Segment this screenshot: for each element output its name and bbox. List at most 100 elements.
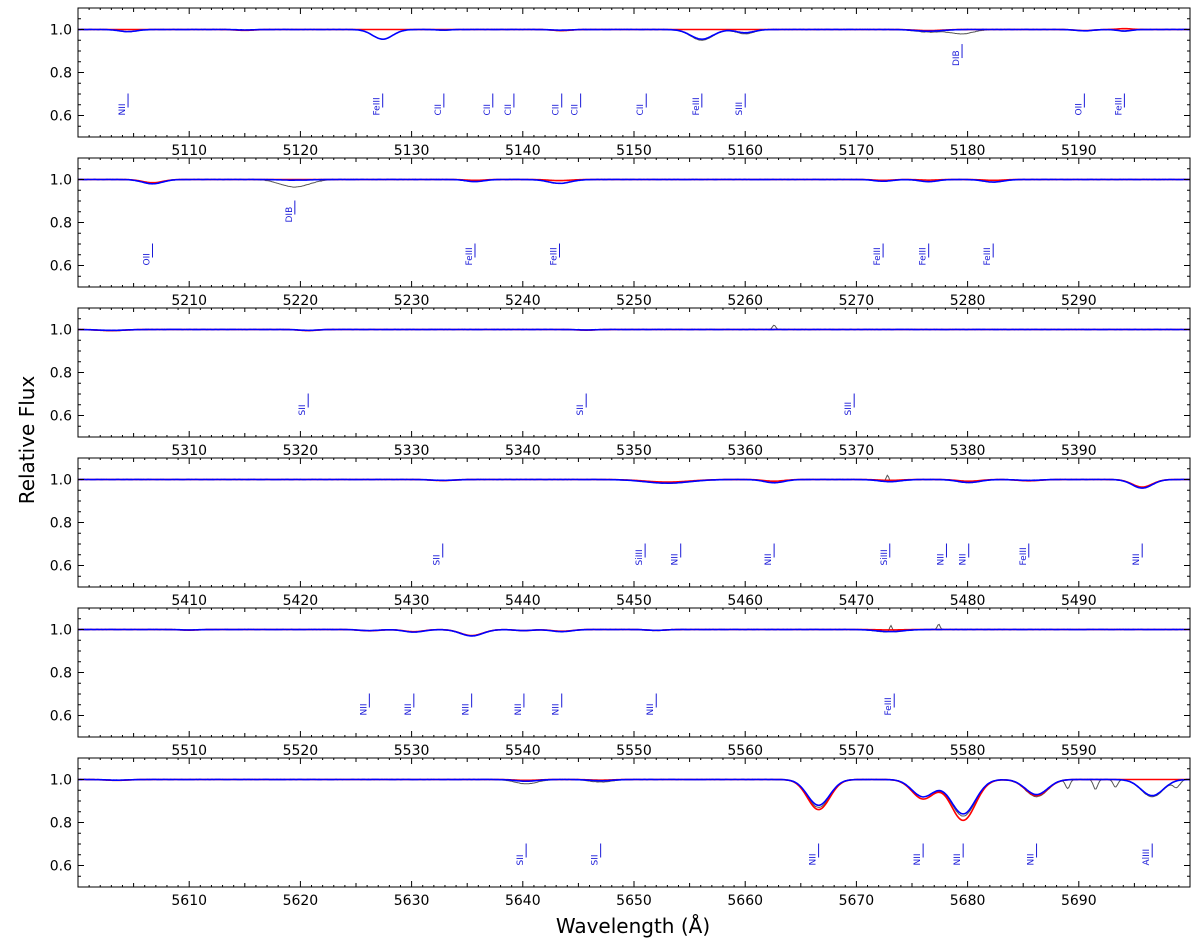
- line-label-CII: CII: [571, 104, 581, 116]
- y-tick-label: 0.8: [50, 66, 72, 82]
- line-label-NII: NII: [404, 703, 414, 715]
- y-tick-label: 0.8: [50, 366, 72, 382]
- x-tick-label: 5560: [727, 743, 763, 759]
- panel-2: 0.6 0.8 1.0 5210 5220 5230 5240 5250 5260 5270 528…: [50, 157, 1191, 309]
- line-label-NII: NII: [118, 103, 128, 115]
- x-tick-label: 5250: [616, 293, 652, 309]
- panel-3: 0.6 0.8 1.0 5310 5320 5330 5340 5350 5360 5370 538…: [50, 307, 1191, 459]
- x-tick-label: 5380: [950, 443, 986, 459]
- line-label-FeIII: FeIII: [919, 247, 929, 265]
- x-tick-label: 5230: [394, 293, 430, 309]
- x-tick-label: 5120: [283, 143, 319, 159]
- model-blue-spectrum: [78, 478, 1190, 489]
- y-tick-label: 0.6: [50, 259, 72, 275]
- line-label-OII: OII: [1074, 103, 1084, 115]
- line-label-SIII: SIII: [844, 402, 854, 416]
- x-tick-label: 5540: [505, 743, 541, 759]
- panel-frame: [77, 157, 1191, 288]
- line-label-NII: NII: [936, 553, 946, 565]
- panels-group: 0.6 0.8 1.0 5110 5120 5130 5140 5150 5160 5170 518…: [50, 7, 1191, 909]
- model-blue-spectrum: [78, 778, 1190, 815]
- x-tick-label: 5170: [839, 143, 875, 159]
- x-tick-label: 5620: [283, 893, 319, 909]
- observed-spectrum: [78, 178, 1190, 188]
- x-tick-label: 5220: [283, 293, 319, 309]
- x-tick-label: 5270: [839, 293, 875, 309]
- panel-1: 0.6 0.8 1.0 5110 5120 5130 5140 5150 5160 5170 518…: [50, 7, 1191, 159]
- x-tick-label: 5430: [394, 593, 430, 609]
- panel-frame: [77, 757, 1191, 888]
- x-tick-label: 5240: [505, 293, 541, 309]
- y-tick-label: 1.0: [50, 23, 72, 39]
- x-tick-label: 5150: [616, 143, 652, 159]
- x-tick-label: 5420: [283, 593, 319, 609]
- x-tick-label: 5450: [616, 593, 652, 609]
- x-tick-label: 5660: [727, 893, 763, 909]
- line-label-OII: OII: [143, 253, 153, 265]
- x-tick-label: 5610: [171, 893, 207, 909]
- y-tick-label: 1.0: [50, 323, 72, 339]
- x-tick-label: 5470: [839, 593, 875, 609]
- line-label-SiIII: SiIII: [880, 549, 890, 565]
- x-tick-label: 5370: [839, 443, 875, 459]
- line-label-FeIII: FeIII: [983, 247, 993, 265]
- x-tick-label: 5510: [171, 743, 207, 759]
- y-tick-label: 0.8: [50, 216, 72, 232]
- y-tick-label: 0.6: [50, 109, 72, 125]
- line-label-CII: CII: [434, 104, 444, 116]
- model-red-spectrum: [78, 628, 1190, 637]
- line-label-NII: NII: [1132, 553, 1142, 565]
- line-label-NII: NII: [913, 853, 923, 865]
- line-label-FeIII: FeIII: [1019, 547, 1029, 565]
- x-tick-label: 5140: [505, 143, 541, 159]
- line-label-NII: NII: [359, 703, 369, 715]
- line-label-FeIII: FeIII: [373, 97, 383, 115]
- x-tick-label: 5280: [950, 293, 986, 309]
- line-label-DIB: DIB: [285, 207, 295, 223]
- line-label-NII: NII: [646, 703, 656, 715]
- panel-frame: [77, 457, 1191, 588]
- model-red-spectrum: [78, 778, 1190, 822]
- y-axis-label: Relative Flux: [15, 376, 39, 505]
- x-tick-label: 5360: [727, 443, 763, 459]
- line-label-SII: SII: [591, 854, 601, 865]
- line-label-SiIII: SiIII: [635, 549, 645, 565]
- line-label-SII: SII: [433, 554, 443, 565]
- y-tick-label: 1.0: [50, 173, 72, 189]
- y-tick-label: 0.6: [50, 409, 72, 425]
- panel-frame: [77, 607, 1191, 738]
- line-label-NII: NII: [1027, 853, 1037, 865]
- line-label-NII: NII: [809, 853, 819, 865]
- x-tick-label: 5390: [1061, 443, 1097, 459]
- y-tick-label: 0.8: [50, 666, 72, 682]
- x-tick-label: 5480: [950, 593, 986, 609]
- panel-5: 0.6 0.8 1.0 5510 5520 5530 5540 5550 5560 5570 558…: [50, 607, 1191, 759]
- x-axis-label: Wavelength (Å): [556, 914, 710, 938]
- x-tick-label: 5210: [171, 293, 207, 309]
- panel-frame: [77, 307, 1191, 438]
- x-tick-label: 5530: [394, 743, 430, 759]
- x-tick-label: 5490: [1061, 593, 1097, 609]
- x-tick-label: 5680: [950, 893, 986, 909]
- line-label-NII: NII: [764, 553, 774, 565]
- line-label-AlIII: AlIII: [1142, 849, 1152, 866]
- x-tick-label: 5290: [1061, 293, 1097, 309]
- line-label-SII: SII: [298, 404, 308, 415]
- x-tick-label: 5520: [283, 743, 319, 759]
- x-tick-label: 5590: [1061, 743, 1097, 759]
- line-label-FeIII: FeIII: [873, 247, 883, 265]
- x-tick-label: 5640: [505, 893, 541, 909]
- x-tick-label: 5340: [505, 443, 541, 459]
- model-blue-spectrum: [78, 628, 1190, 637]
- x-tick-label: 5190: [1061, 143, 1097, 159]
- y-tick-label: 0.6: [50, 709, 72, 725]
- panel-6: 0.6 0.8 1.0 5610 5620 5630 5640 5650 5660 5670 568…: [50, 757, 1191, 909]
- y-tick-label: 1.0: [50, 773, 72, 789]
- y-tick-label: 0.6: [50, 559, 72, 575]
- line-label-NII: NII: [514, 703, 524, 715]
- line-label-CII: CII: [636, 104, 646, 116]
- x-tick-label: 5690: [1061, 893, 1097, 909]
- x-tick-label: 5320: [283, 443, 319, 459]
- x-tick-label: 5440: [505, 593, 541, 609]
- x-tick-label: 5110: [171, 143, 207, 159]
